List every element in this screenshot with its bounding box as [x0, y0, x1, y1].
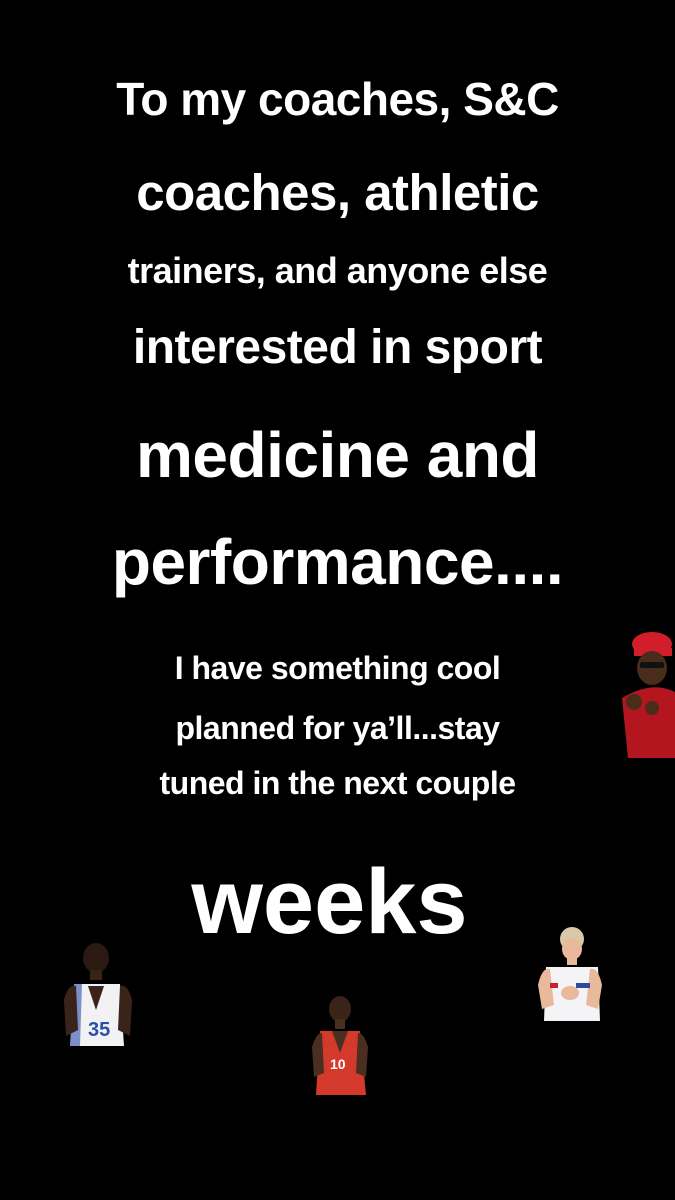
svg-text:35: 35 [88, 1019, 110, 1041]
soccer-player-clapping-sticker[interactable] [536, 925, 604, 1027]
man-in-red-hat-sticker[interactable] [612, 630, 675, 758]
basketball-player-10-sticker[interactable]: 10 [308, 995, 374, 1097]
story-canvas: To my coaches, S&C coaches, athletic tra… [0, 0, 675, 1200]
story-text-line-8: planned for ya’ll...stay [175, 710, 500, 746]
story-text-line-1: To my coaches, S&C [116, 73, 559, 125]
story-text-line-4: interested in sport [132, 321, 543, 374]
basketball-player-35-sticker[interactable]: 35 [58, 940, 140, 1052]
story-text-line-2: coaches, athletic [136, 164, 539, 221]
story-text-line-6: performance.... [111, 526, 564, 598]
story-text-line-5: medicine and [136, 419, 540, 491]
svg-text:10: 10 [330, 1056, 346, 1072]
story-text-line-3: trainers, and anyone else [127, 250, 548, 291]
story-text-line-7: I have something cool [174, 650, 501, 686]
story-text-line-9: tuned in the next couple [159, 765, 516, 801]
